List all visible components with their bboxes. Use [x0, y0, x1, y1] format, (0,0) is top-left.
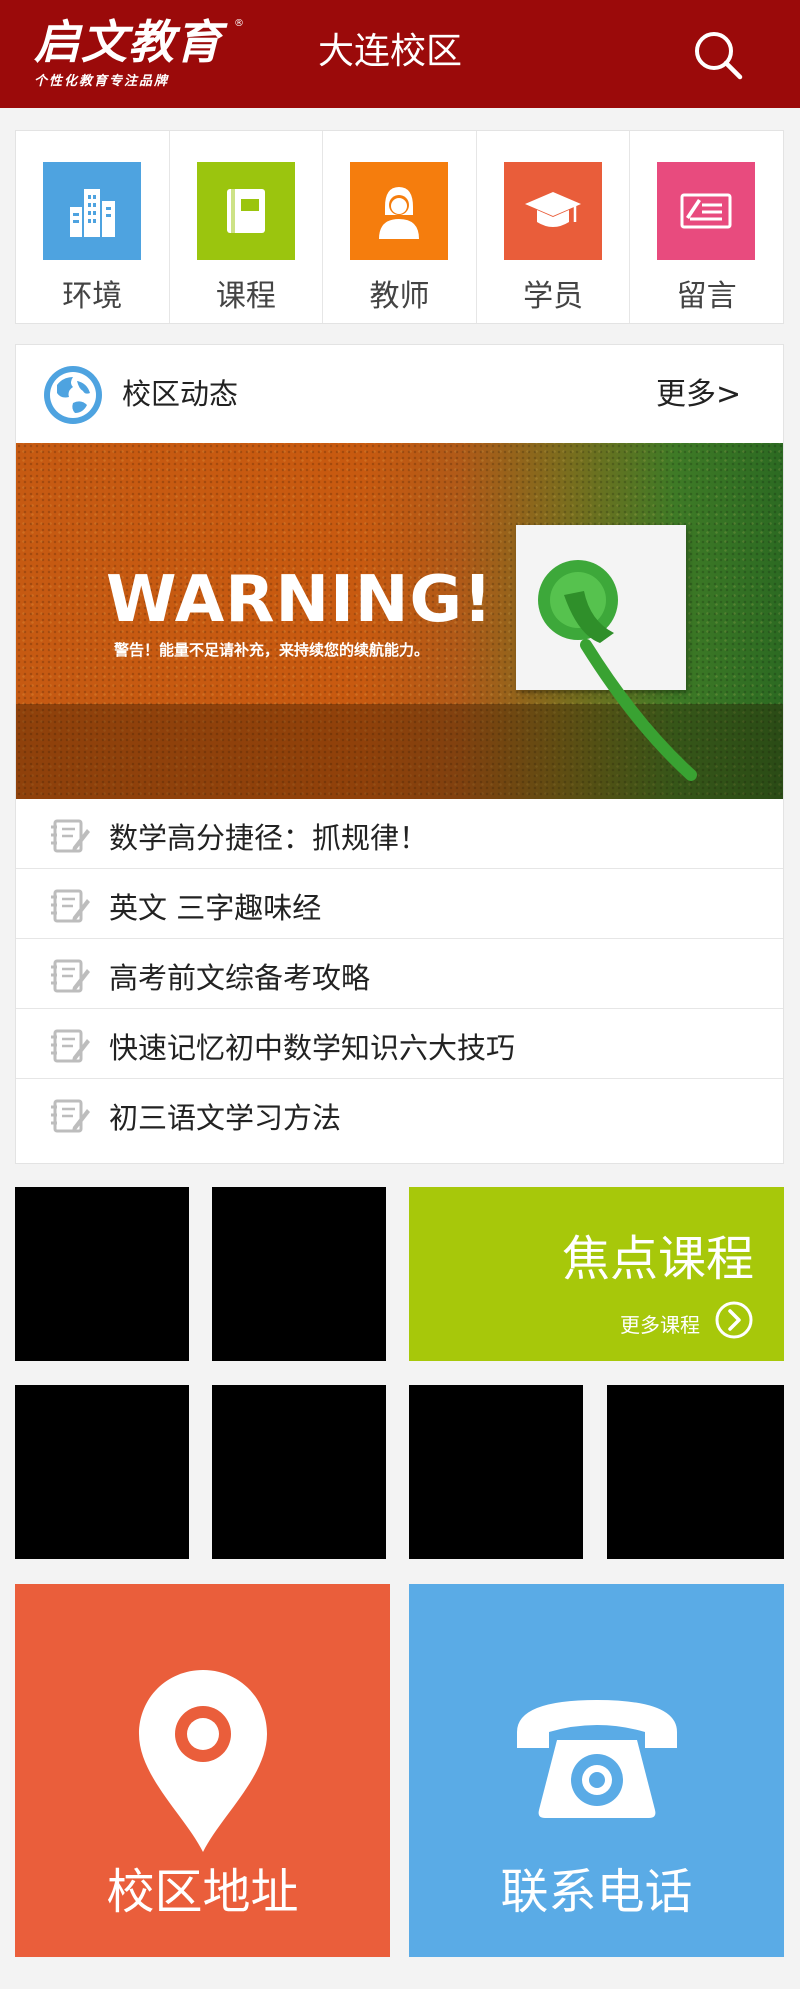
- arrow-right-circle-icon: [715, 1301, 753, 1339]
- campus-address-tile[interactable]: 校区地址: [15, 1584, 390, 1957]
- top-header: 启文教育 ® 个性化教育专注品牌 大连校区: [0, 0, 800, 108]
- course-tile[interactable]: [15, 1187, 189, 1361]
- campus-news-panel: 校区动态 更多> WARNING! 警告！能量不足请补充，来持续您的续航能力。: [15, 344, 784, 1164]
- more-courses-link: 更多课程: [620, 1313, 700, 1337]
- course-tile[interactable]: [409, 1385, 583, 1559]
- contact-phone-tile[interactable]: 联系电话: [409, 1584, 784, 1957]
- news-banner[interactable]: WARNING! 警告！能量不足请补充，来持续您的续航能力。: [16, 443, 783, 799]
- category-messages[interactable]: 留言: [630, 131, 783, 323]
- news-item-title: 数学高分捷径：抓规律！: [109, 821, 429, 855]
- course-tile[interactable]: [607, 1385, 784, 1559]
- brand-logo[interactable]: 启文教育 ® 个性化教育专注品牌: [34, 16, 244, 92]
- contact-phone-label: 联系电话: [500, 1864, 693, 1920]
- course-tile[interactable]: [212, 1187, 386, 1361]
- news-more-link[interactable]: 更多>: [656, 369, 741, 413]
- banner-subline: 警告！能量不足请补充，来持续您的续航能力。: [114, 641, 430, 659]
- category-tile: [657, 162, 756, 260]
- category-label: 学员: [523, 279, 584, 314]
- category-courses[interactable]: 课程: [170, 131, 324, 323]
- category-tile: [503, 162, 602, 260]
- search-icon: [695, 32, 743, 80]
- category-tile: [350, 162, 449, 260]
- banner-headline: WARNING!: [106, 563, 494, 637]
- category-label: 课程: [215, 279, 276, 314]
- notepad-icon: [51, 1099, 90, 1133]
- news-header: 校区动态 更多>: [16, 345, 783, 443]
- search-button[interactable]: [690, 28, 746, 84]
- building-icon: [70, 189, 115, 237]
- category-tile: [43, 162, 141, 260]
- course-tile[interactable]: [15, 1385, 189, 1559]
- page: 启文教育 ® 个性化教育专注品牌 大连校区 环境 课程 教师 学员 留言 校区动…: [0, 0, 800, 1989]
- notepad-icon: [51, 819, 90, 853]
- news-item[interactable]: 初三语文学习方法: [16, 1079, 783, 1149]
- notepad-icon: [51, 959, 90, 993]
- course-tile[interactable]: [212, 1385, 386, 1559]
- news-section-title: 校区动态: [122, 377, 239, 411]
- campus-address-label: 校区地址: [106, 1864, 299, 1920]
- registered-mark: ®: [234, 18, 244, 29]
- category-nav: 环境 课程 教师 学员 留言: [15, 130, 784, 324]
- plug-icon: [538, 560, 697, 781]
- teacher-icon: [379, 187, 420, 239]
- book-icon: [226, 189, 265, 233]
- news-item-title: 快速记忆初中数学知识六大技巧: [109, 1031, 516, 1065]
- category-label: 留言: [676, 279, 737, 314]
- news-item-title: 高考前文综备考攻略: [109, 961, 371, 995]
- news-item-title: 英文 三字趣味经: [109, 891, 322, 925]
- news-item[interactable]: 数学高分捷径：抓规律！: [16, 799, 783, 869]
- location-pin-icon: [139, 1670, 267, 1852]
- globe-icon: [44, 366, 102, 424]
- focus-courses-title: 焦点课程: [561, 1231, 754, 1287]
- telephone-icon: [517, 1700, 677, 1818]
- category-label: 环境: [62, 279, 123, 314]
- news-list: 数学高分捷径：抓规律！ 英文 三字趣味经 高考前文综备考攻略 快速记忆初中数学知…: [16, 799, 783, 1149]
- notepad-icon: [51, 889, 90, 923]
- campus-title: 大连校区: [318, 31, 463, 72]
- focus-courses-tile[interactable]: 焦点课程 更多课程: [409, 1187, 784, 1361]
- news-item[interactable]: 快速记忆初中数学知识六大技巧: [16, 1009, 783, 1079]
- category-students[interactable]: 学员: [477, 131, 631, 323]
- news-item[interactable]: 高考前文综备考攻略: [16, 939, 783, 1009]
- logo-wordmark: 启文教育: [34, 15, 222, 69]
- category-label: 教师: [369, 279, 430, 314]
- category-teachers[interactable]: 教师: [323, 131, 477, 323]
- message-icon: [680, 193, 732, 229]
- graduation-cap-icon: [524, 192, 581, 227]
- logo-tagline: 个性化教育专注品牌: [34, 74, 170, 89]
- category-environment[interactable]: 环境: [16, 131, 170, 323]
- news-item[interactable]: 英文 三字趣味经: [16, 869, 783, 939]
- news-item-title: 初三语文学习方法: [109, 1101, 342, 1135]
- category-tile: [196, 162, 295, 260]
- power-outlet-image: [516, 525, 697, 781]
- notepad-icon: [51, 1029, 90, 1063]
